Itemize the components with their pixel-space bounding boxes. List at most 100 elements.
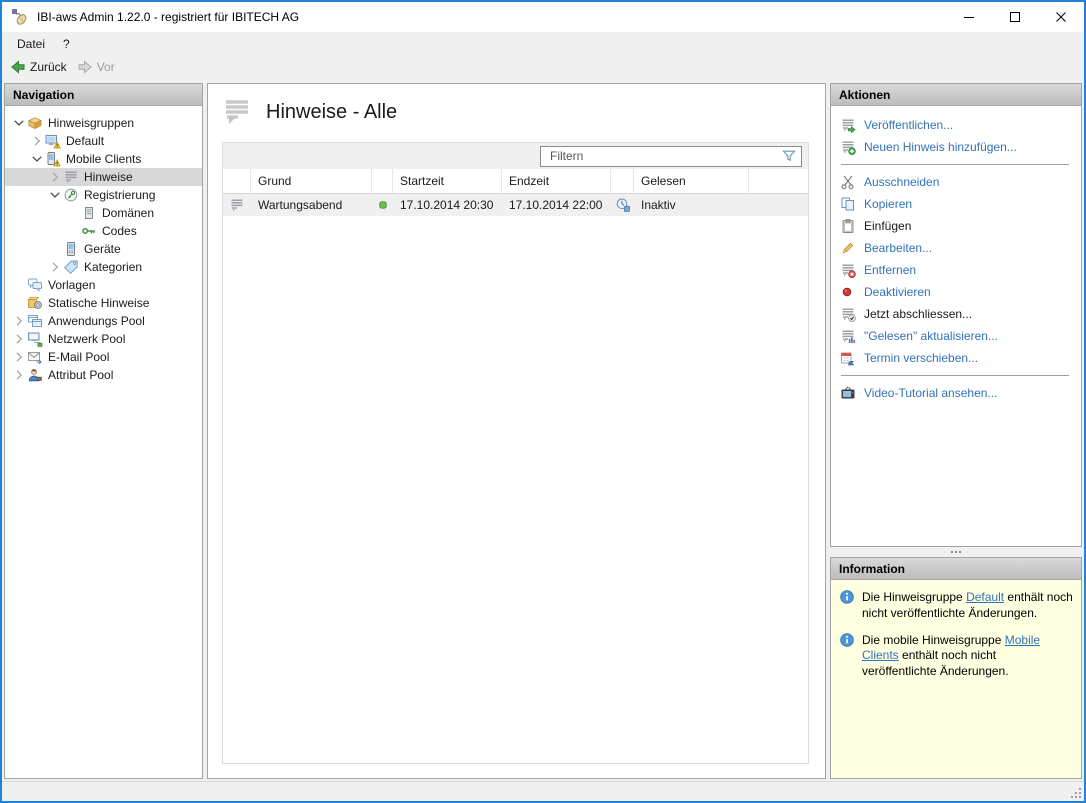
actions-header: Aktionen bbox=[831, 84, 1081, 106]
action-termin-verschieben[interactable]: Termin verschieben... bbox=[840, 347, 1077, 369]
cell-endzeit: 17.10.2014 22:00 bbox=[502, 194, 611, 216]
action-label: Neuen Hinweis hinzufügen... bbox=[864, 140, 1017, 154]
title-bar: IBI-aws Admin 1.22.0 - registriert für I… bbox=[2, 2, 1084, 32]
nav-item-codes[interactable]: Codes bbox=[5, 222, 202, 240]
nav-item-mobile-clients[interactable]: Mobile Clients bbox=[5, 150, 202, 168]
page-title: Hinweise - Alle bbox=[266, 101, 397, 124]
action-kopieren[interactable]: Kopieren bbox=[840, 193, 1077, 215]
action-deaktivieren[interactable]: Deaktivieren bbox=[840, 281, 1077, 303]
column-header-gelesen[interactable]: Gelesen bbox=[634, 169, 749, 193]
menu-datei[interactable]: Datei bbox=[8, 34, 54, 54]
read-status-inactive-icon bbox=[615, 197, 631, 213]
navigation-tree: HinweisgruppenDefault Mobile Clients Hinwe… bbox=[5, 106, 202, 384]
update-read-icon bbox=[840, 328, 856, 344]
chevron-collapsed-icon[interactable] bbox=[10, 367, 27, 383]
action-einfügen[interactable]: Einfügen bbox=[840, 215, 1077, 237]
column-header-icon[interactable] bbox=[223, 169, 251, 193]
chevron-expanded-icon[interactable] bbox=[46, 187, 63, 203]
forward-button[interactable]: Vor bbox=[72, 58, 120, 76]
action-bearbeiten[interactable]: Bearbeiten... bbox=[840, 237, 1077, 259]
action-gelesen-aktualisieren[interactable]: "Gelesen" aktualisieren... bbox=[840, 325, 1077, 347]
nav-item-hinweisgruppen[interactable]: Hinweisgruppen bbox=[5, 114, 202, 132]
status-active-icon bbox=[375, 197, 391, 213]
info-text-segment: Die mobile Hinweisgruppe bbox=[862, 633, 1005, 647]
chevron-collapsed-icon[interactable] bbox=[28, 133, 45, 149]
navigation-panel: Navigation HinweisgruppenDefault Mobile C… bbox=[4, 83, 203, 779]
table-header-row: Grund StartzeitEndzeit Gelesen bbox=[223, 169, 808, 194]
info-link-default[interactable]: Default bbox=[966, 590, 1004, 604]
nav-item-anwendungs-pool[interactable]: Anwendungs Pool bbox=[5, 312, 202, 330]
paste-icon bbox=[840, 218, 856, 234]
status-bar bbox=[2, 781, 1084, 801]
nav-item-label: Codes bbox=[102, 224, 137, 238]
chevron-collapsed-icon[interactable] bbox=[10, 313, 27, 329]
deactivate-icon bbox=[840, 284, 856, 300]
panel-splitter[interactable] bbox=[830, 547, 1082, 557]
nav-item-label: Mobile Clients bbox=[66, 152, 141, 166]
nav-item-label: Netzwerk Pool bbox=[48, 332, 125, 346]
info-item-text: Die mobile Hinweisgruppe Mobile Clients … bbox=[862, 633, 1073, 680]
action-neuen-hinweis-hinzufügen[interactable]: Neuen Hinweis hinzufügen... bbox=[840, 136, 1077, 158]
chevron-collapsed-icon[interactable] bbox=[10, 331, 27, 347]
nav-item-label: Vorlagen bbox=[48, 278, 95, 292]
navigation-header: Navigation bbox=[5, 84, 202, 106]
chevron-spacer bbox=[10, 277, 27, 293]
info-text-segment: Die Hinweisgruppe bbox=[862, 590, 966, 604]
action-ausschneiden[interactable]: Ausschneiden bbox=[840, 171, 1077, 193]
column-header-icon[interactable] bbox=[611, 169, 634, 193]
domains-icon bbox=[81, 205, 97, 221]
action-label: Ausschneiden bbox=[864, 175, 939, 189]
nav-item-label: Geräte bbox=[84, 242, 121, 256]
nav-item-e-mail-pool[interactable]: E-Mail Pool bbox=[5, 348, 202, 366]
nav-item-netzwerk-pool[interactable]: Netzwerk Pool bbox=[5, 330, 202, 348]
action-label: Einfügen bbox=[864, 219, 911, 233]
nav-item-domänen[interactable]: Domänen bbox=[5, 204, 202, 222]
filter-input[interactable]: Filtern bbox=[540, 146, 802, 167]
categories-tag-icon bbox=[63, 259, 79, 275]
chevron-collapsed-icon[interactable] bbox=[46, 259, 63, 275]
column-header-endzeit[interactable]: Endzeit bbox=[502, 169, 611, 193]
chevron-expanded-icon[interactable] bbox=[28, 151, 45, 167]
nav-item-label: Registrierung bbox=[84, 188, 155, 202]
back-button[interactable]: Zurück bbox=[5, 58, 72, 76]
filter-placeholder: Filtern bbox=[550, 149, 781, 163]
publish-icon bbox=[840, 117, 856, 133]
menu-help[interactable]: ? bbox=[54, 34, 79, 54]
video-tutorial-icon bbox=[840, 385, 856, 401]
chevron-collapsed-icon[interactable] bbox=[46, 169, 63, 185]
toolbar: Zurück Vor bbox=[2, 55, 1084, 79]
nav-item-default[interactable]: Default bbox=[5, 132, 202, 150]
resize-grip[interactable] bbox=[1071, 788, 1082, 799]
nav-item-attribut-pool[interactable]: Attribut Pool bbox=[5, 366, 202, 384]
action-label: Deaktivieren bbox=[864, 285, 931, 299]
templates-icon bbox=[27, 277, 43, 293]
cell-status-active-icon bbox=[372, 194, 393, 216]
default-group-icon bbox=[45, 133, 61, 149]
filter-funnel-icon[interactable] bbox=[781, 148, 797, 164]
column-header-spacer bbox=[749, 169, 808, 193]
nav-item-vorlagen[interactable]: Vorlagen bbox=[5, 276, 202, 294]
action-veröffentlichen[interactable]: Veröffentlichen... bbox=[840, 114, 1077, 136]
chevron-collapsed-icon[interactable] bbox=[10, 349, 27, 365]
nav-item-registrierung[interactable]: Registrierung bbox=[5, 186, 202, 204]
chevron-expanded-icon[interactable] bbox=[10, 115, 27, 131]
nav-item-hinweise[interactable]: Hinweise bbox=[5, 168, 202, 186]
table-row[interactable]: Wartungsabend17.10.2014 20:3017.10.2014 … bbox=[223, 194, 808, 216]
column-header-grund[interactable]: Grund bbox=[251, 169, 372, 193]
nav-item-kategorien[interactable]: Kategorien bbox=[5, 258, 202, 276]
maximize-button[interactable] bbox=[992, 2, 1038, 32]
table-empty-area bbox=[223, 216, 808, 763]
column-header-startzeit[interactable]: Startzeit bbox=[393, 169, 502, 193]
chevron-spacer bbox=[46, 241, 63, 257]
nav-item-geräte[interactable]: Geräte bbox=[5, 240, 202, 258]
cell-read-status-inactive-icon bbox=[611, 194, 634, 216]
minimize-button[interactable] bbox=[946, 2, 992, 32]
nav-item-statische-hinweise[interactable]: Statische Hinweise bbox=[5, 294, 202, 312]
action-jetzt-abschliessen[interactable]: Jetzt abschliessen... bbox=[840, 303, 1077, 325]
copy-icon bbox=[840, 196, 856, 212]
action-entfernen[interactable]: Entfernen bbox=[840, 259, 1077, 281]
action-video-tutorial-ansehen[interactable]: Video-Tutorial ansehen... bbox=[840, 382, 1077, 404]
column-header-icon[interactable] bbox=[372, 169, 393, 193]
action-label: Bearbeiten... bbox=[864, 241, 932, 255]
close-button[interactable] bbox=[1038, 2, 1084, 32]
